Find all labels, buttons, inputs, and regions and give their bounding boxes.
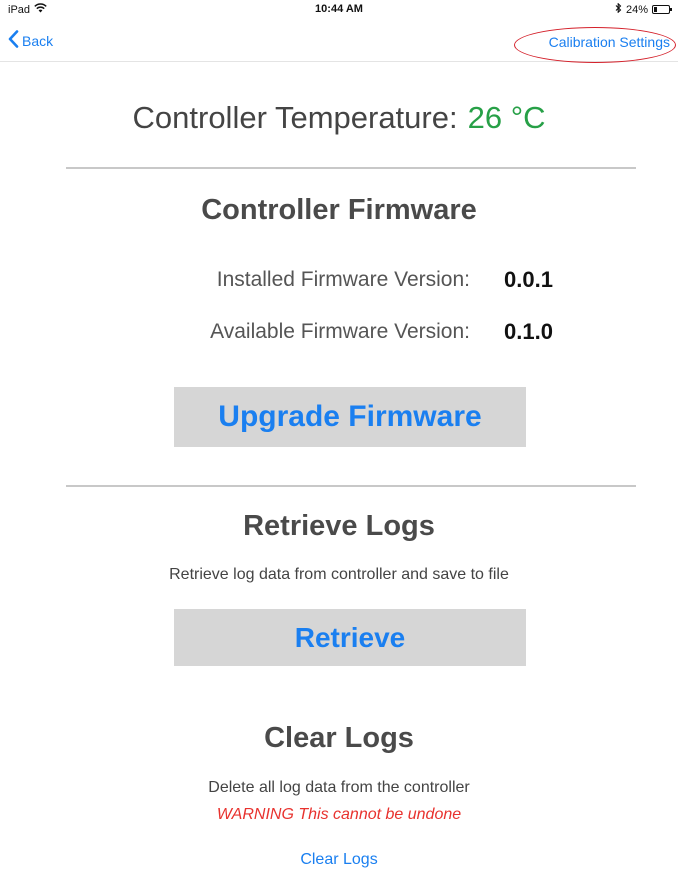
clear-logs-link[interactable]: Clear Logs xyxy=(300,851,377,868)
calibration-settings-link[interactable]: Calibration Settings xyxy=(549,34,670,50)
bluetooth-icon xyxy=(615,2,622,16)
status-time: 10:44 AM xyxy=(315,3,363,15)
temperature-label: Controller Temperature: xyxy=(132,100,458,135)
temperature-row: Controller Temperature: 26 °C xyxy=(0,100,678,136)
chevron-left-icon xyxy=(8,30,19,51)
available-firmware-label: Available Firmware Version: xyxy=(210,320,470,343)
battery-icon xyxy=(652,5,672,14)
upgrade-firmware-button[interactable]: Upgrade Firmware xyxy=(174,387,526,447)
installed-firmware-value: 0.0.1 xyxy=(504,267,553,292)
installed-firmware-label: Installed Firmware Version: xyxy=(216,268,470,291)
battery-percent: 24% xyxy=(625,3,648,16)
retrieve-logs-title: Retrieve Logs xyxy=(243,510,435,542)
controller-settings-screen: iPad 10:44 AM 24% Back Calibration Setti… xyxy=(0,0,678,871)
clear-logs-link-row: Clear Logs xyxy=(0,851,678,869)
back-button[interactable]: Back xyxy=(8,30,53,51)
status-right: 24% xyxy=(615,2,672,16)
available-firmware-value: 0.1.0 xyxy=(504,319,553,344)
back-label: Back xyxy=(22,32,54,49)
firmware-section-title: Controller Firmware xyxy=(201,194,477,226)
clear-logs-title: Clear Logs xyxy=(264,722,414,754)
retrieve-logs-description: Retrieve log data from controller and sa… xyxy=(169,566,509,583)
battery-fill xyxy=(654,7,657,12)
temperature-value: 26 °C xyxy=(467,100,546,135)
divider xyxy=(66,167,636,169)
retrieve-button[interactable]: Retrieve xyxy=(174,609,526,666)
clear-logs-warning: WARNING This cannot be undone xyxy=(216,806,462,823)
nav-bar: Back Calibration Settings xyxy=(0,20,678,62)
clear-logs-description: Delete all log data from the controller xyxy=(208,779,470,796)
status-bar: iPad 10:44 AM 24% xyxy=(0,0,678,20)
divider xyxy=(66,485,636,487)
